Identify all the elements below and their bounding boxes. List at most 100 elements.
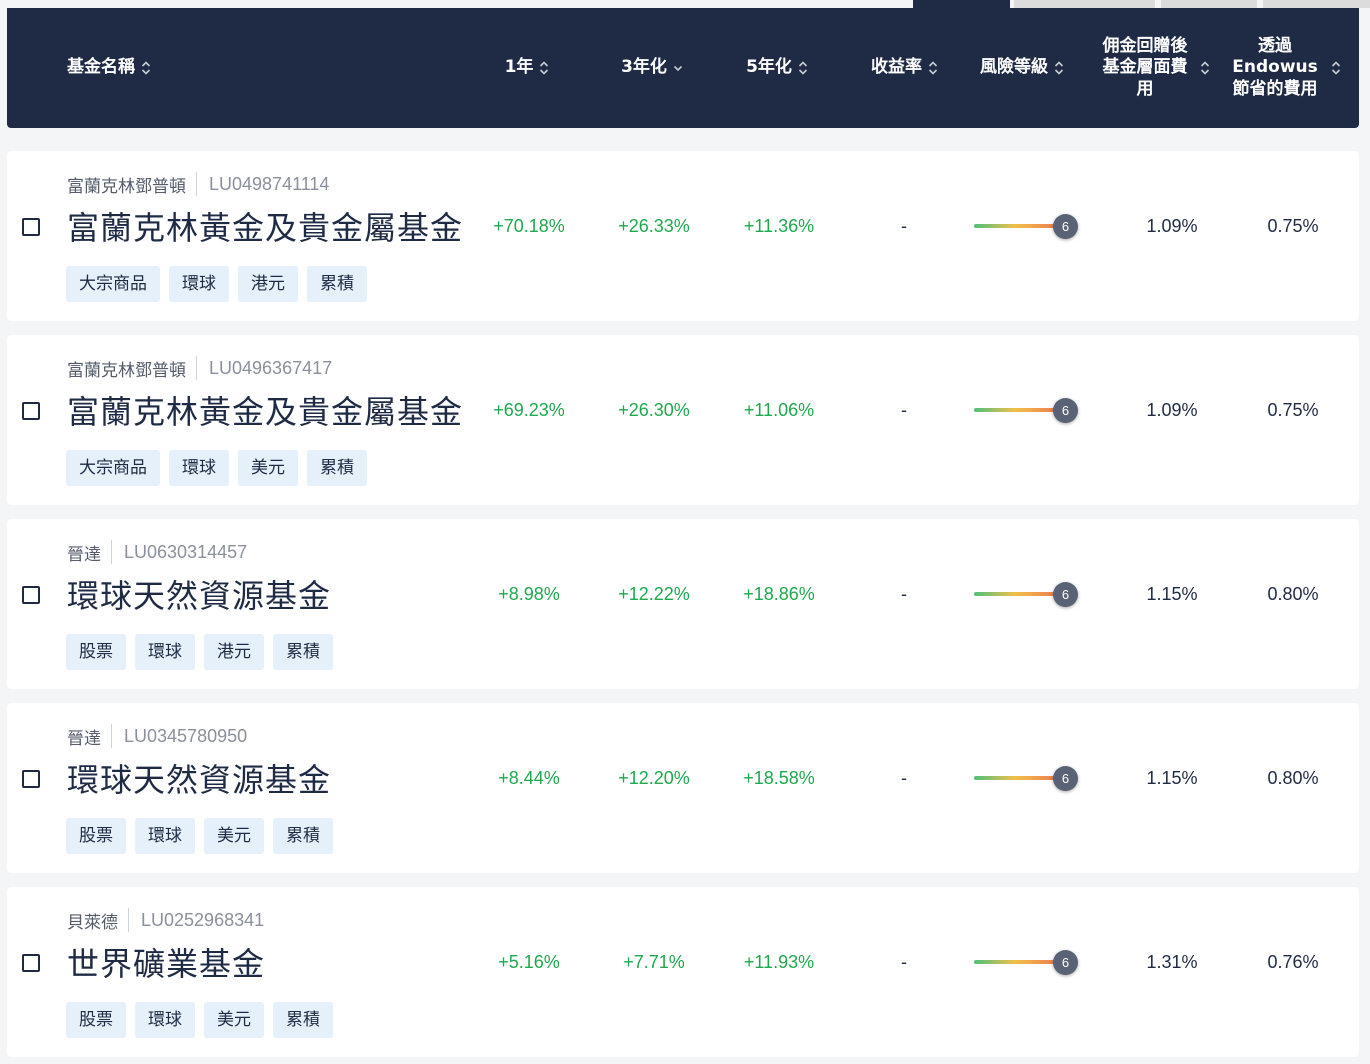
table-row[interactable]: 富蘭克林鄧普頓 LU0498741114 富蘭克林黃金及貴金屬基金 大宗商品 環球…	[7, 151, 1359, 321]
yield-value: -	[901, 584, 907, 604]
return-3y: +26.33%	[618, 216, 690, 236]
tab-active-indicator[interactable]	[913, 0, 1010, 8]
table-row[interactable]: 富蘭克林鄧普頓 LU0496367417 富蘭克林黃金及貴金屬基金 大宗商品 環球…	[7, 335, 1359, 505]
fund-tag: 累積	[307, 450, 367, 486]
return-5y: +11.36%	[743, 216, 815, 236]
column-header-fund-name[interactable]: 基金名稱	[67, 8, 267, 128]
risk-gradient-bar	[974, 224, 1056, 228]
column-header-yield[interactable]: 收益率	[842, 8, 967, 128]
fee-savings: 0.75%	[1267, 400, 1319, 420]
select-checkbox[interactable]	[22, 402, 40, 420]
risk-gradient-bar	[974, 592, 1056, 596]
return-1y: +8.98%	[498, 584, 560, 604]
sort-icon	[1200, 61, 1210, 75]
sort-icon	[141, 61, 151, 75]
table-row[interactable]: 貝萊德 LU0252968341 世界礦業基金 股票 環球 美元 累積 +5.16% …	[7, 887, 1359, 1057]
divider	[111, 724, 112, 748]
sort-icon	[928, 61, 938, 75]
fund-tag: 股票	[66, 818, 126, 854]
tab-inactive[interactable]	[1014, 0, 1155, 8]
risk-level-badge: 6	[1053, 398, 1078, 423]
provider-name: 晉達	[67, 544, 101, 565]
column-header-fee[interactable]: 佣金回贈後基金層面費用	[1092, 8, 1214, 128]
fund-provider-line: 貝萊德 LU0252968341	[67, 907, 264, 933]
risk-gradient-bar	[974, 776, 1056, 780]
fund-tag: 股票	[66, 634, 126, 670]
fund-tag: 美元	[204, 1002, 264, 1038]
fund-name-link[interactable]: 世界礦業基金	[67, 939, 265, 985]
select-checkbox[interactable]	[22, 770, 40, 788]
fund-tags: 股票 環球 美元 累積	[66, 818, 333, 854]
sort-icon	[1054, 61, 1064, 75]
tab-inactive[interactable]	[1161, 0, 1257, 8]
sort-icon	[798, 61, 807, 75]
fund-provider-line: 富蘭克林鄧普頓 LU0498741114	[67, 171, 329, 197]
fund-tags: 股票 環球 港元 累積	[66, 634, 333, 670]
fund-name-link[interactable]: 環球天然資源基金	[67, 755, 331, 801]
yield-value: -	[901, 400, 907, 420]
isin-code: LU0252968341	[141, 909, 265, 930]
fund-name-link[interactable]: 環球天然資源基金	[67, 571, 331, 617]
column-header-risk[interactable]: 風險等級	[967, 8, 1077, 128]
tab-inactive[interactable]	[1263, 0, 1370, 8]
provider-name: 富蘭克林鄧普頓	[67, 360, 186, 381]
fund-tag: 累積	[273, 1002, 333, 1038]
column-header-1y[interactable]: 1年	[467, 8, 587, 128]
fund-fee: 1.09%	[1146, 216, 1198, 236]
risk-level-indicator: 6	[974, 950, 1084, 975]
risk-level-badge: 6	[1053, 766, 1078, 791]
fund-tag: 港元	[238, 266, 298, 302]
provider-name: 貝萊德	[67, 912, 118, 933]
column-header-3y[interactable]: 3年化	[592, 8, 712, 128]
table-header: 基金名稱 1年 3年化 5年化 收益率 風險等級 佣金回贈後基金層面費用 透過E…	[7, 8, 1359, 128]
fee-savings: 0.80%	[1267, 768, 1319, 788]
yield-value: -	[901, 952, 907, 972]
yield-value: -	[901, 768, 907, 788]
fund-provider-line: 晉達 LU0630314457	[67, 539, 247, 565]
fund-tag: 股票	[66, 1002, 126, 1038]
column-header-savings[interactable]: 透過Endowus節省的費用	[1221, 8, 1345, 128]
select-checkbox[interactable]	[22, 954, 40, 972]
chevron-down-icon	[673, 65, 682, 72]
return-1y: +69.23%	[493, 400, 565, 420]
divider	[196, 172, 197, 196]
fund-tag: 美元	[204, 818, 264, 854]
return-1y: +5.16%	[498, 952, 560, 972]
return-5y: +11.93%	[743, 952, 815, 972]
table-row[interactable]: 晉達 LU0630314457 環球天然資源基金 股票 環球 港元 累積 +8.98%…	[7, 519, 1359, 689]
select-checkbox[interactable]	[22, 586, 40, 604]
fund-fee: 1.09%	[1146, 400, 1198, 420]
fund-provider-line: 晉達 LU0345780950	[67, 723, 247, 749]
column-header-5y[interactable]: 5年化	[717, 8, 837, 128]
sort-icon	[540, 61, 549, 75]
fund-tags: 大宗商品 環球 港元 累積	[66, 266, 367, 302]
risk-level-indicator: 6	[974, 582, 1084, 607]
select-checkbox[interactable]	[22, 218, 40, 236]
fund-tag: 大宗商品	[66, 266, 160, 302]
provider-name: 富蘭克林鄧普頓	[67, 176, 186, 197]
fund-tag: 大宗商品	[66, 450, 160, 486]
return-5y: +18.58%	[743, 768, 815, 788]
return-1y: +70.18%	[493, 216, 565, 236]
divider	[128, 908, 129, 932]
fund-tag: 環球	[135, 634, 195, 670]
return-1y: +8.44%	[498, 768, 560, 788]
isin-code: LU0345780950	[124, 725, 248, 746]
fund-tag: 累積	[307, 266, 367, 302]
fee-savings: 0.80%	[1267, 584, 1319, 604]
risk-level-badge: 6	[1053, 582, 1078, 607]
table-row[interactable]: 晉達 LU0345780950 環球天然資源基金 股票 環球 美元 累積 +8.44%…	[7, 703, 1359, 873]
risk-gradient-bar	[974, 408, 1056, 412]
fund-name-link[interactable]: 富蘭克林黃金及貴金屬基金	[67, 203, 463, 249]
risk-level-indicator: 6	[974, 766, 1084, 791]
fund-tag: 美元	[238, 450, 298, 486]
fund-provider-line: 富蘭克林鄧普頓 LU0496367417	[67, 355, 332, 381]
return-5y: +11.06%	[743, 400, 815, 420]
return-5y: +18.86%	[743, 584, 815, 604]
fund-tags: 股票 環球 美元 累積	[66, 1002, 333, 1038]
risk-level-indicator: 6	[974, 214, 1084, 239]
fund-tag: 累積	[273, 818, 333, 854]
yield-value: -	[901, 216, 907, 236]
risk-level-badge: 6	[1053, 950, 1078, 975]
fund-name-link[interactable]: 富蘭克林黃金及貴金屬基金	[67, 387, 463, 433]
